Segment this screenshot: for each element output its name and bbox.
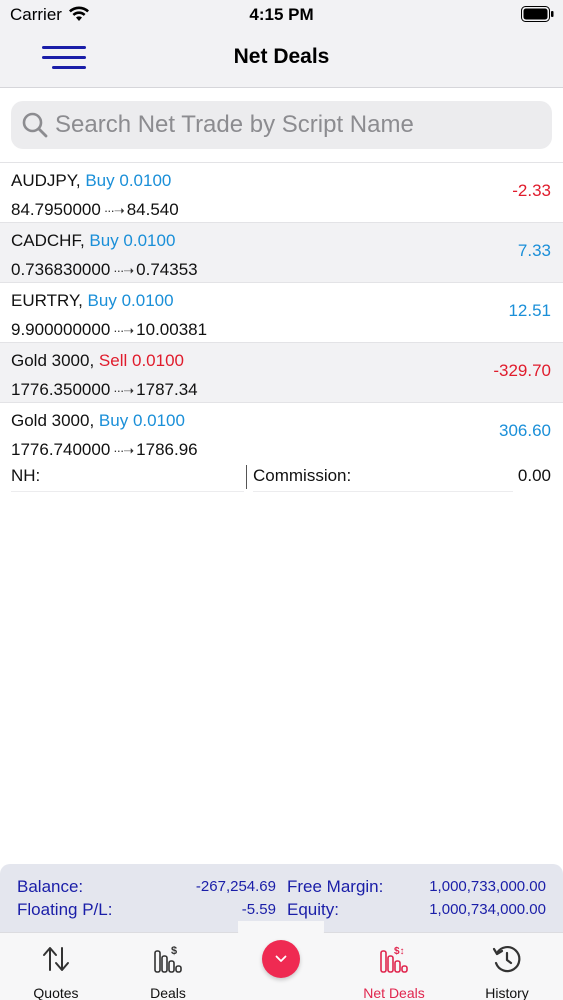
trade-details: NH: Commission: 0.00 <box>0 463 563 493</box>
commission-value: 0.00 <box>517 466 551 485</box>
trade-profit-loss: 306.60 <box>499 421 551 440</box>
trade-title: Gold 3000, Sell 0.0100 <box>11 351 184 371</box>
page-title: Net Deals <box>233 45 330 68</box>
search-section <box>0 88 563 163</box>
center-action-button[interactable] <box>262 940 300 978</box>
trade-side: Buy 0.0100 <box>89 231 176 250</box>
column-divider <box>246 465 247 489</box>
search-box[interactable] <box>11 101 552 149</box>
current-price: 10.00381 <box>136 320 208 339</box>
trade-title: CADCHF, Buy 0.0100 <box>11 231 175 251</box>
search-input[interactable] <box>55 107 545 143</box>
navigation-bar: Net Deals <box>0 30 563 88</box>
arrow-right-icon: ···➝ <box>113 323 134 338</box>
trade-profit-loss: -329.70 <box>493 361 551 380</box>
svg-text:$: $ <box>171 945 177 957</box>
trade-profit-loss: 12.51 <box>508 301 551 320</box>
tab-deals[interactable]: $ Deals <box>112 933 224 1000</box>
trade-symbol: CADCHF, <box>11 231 85 250</box>
current-price: 84.540 <box>126 200 179 219</box>
net-deals-list: AUDJPY, Buy 0.0100 84.7950000 ···➝ 84.540 … <box>0 163 563 493</box>
chevron-down-icon <box>275 955 287 962</box>
open-price: 1776.740000 <box>11 440 111 459</box>
balance-value: -267,254.69 <box>195 878 276 895</box>
net-deals-bars-icon: $↕ <box>380 946 408 973</box>
trade-row[interactable]: EURTRY, Buy 0.0100 9.900000000 ···➝ 10.003… <box>0 283 563 343</box>
trade-prices: 0.736830000 ···➝ 0.74353 <box>11 260 198 280</box>
trade-profit-loss: 7.33 <box>517 241 551 260</box>
clock-time: 4:15 PM <box>249 5 314 24</box>
tab-net-deals[interactable]: $↕ Net Deals <box>338 933 450 1000</box>
arrow-right-icon: ···➝ <box>113 443 134 458</box>
trade-title: AUDJPY, Buy 0.0100 <box>11 171 171 191</box>
trade-symbol: Gold 3000, <box>11 351 95 370</box>
status-bar: Carrier 4:15 PM <box>0 0 563 30</box>
trade-prices: 1776.350000 ···➝ 1787.34 <box>11 380 198 400</box>
tab-label: Net Deals <box>363 985 425 1000</box>
trade-profit-loss: -2.33 <box>512 181 551 200</box>
open-price: 84.7950000 <box>11 200 101 219</box>
arrow-right-icon: ···➝ <box>113 263 134 278</box>
arrow-right-icon: ···➝ <box>113 383 134 398</box>
quotes-arrows-icon <box>43 947 69 971</box>
arrow-right-icon: ···➝ <box>103 203 125 218</box>
equity-value: 1,000,734,000.00 <box>429 901 546 918</box>
tab-label: Deals <box>150 985 186 1000</box>
trade-prices: 1776.740000 ···➝ 1786.96 <box>11 440 198 460</box>
nh-divider <box>11 491 244 492</box>
tab-quotes[interactable]: Quotes <box>0 933 112 1000</box>
trade-prices: 84.7950000 ···➝ 84.540 <box>11 200 179 220</box>
trade-prices: 9.900000000 ···➝ 10.00381 <box>11 320 207 340</box>
deals-bars-icon: $ <box>154 945 182 973</box>
commission-label: Commission: <box>253 466 352 485</box>
trade-row[interactable]: AUDJPY, Buy 0.0100 84.7950000 ···➝ 84.540 … <box>0 163 563 223</box>
open-price: 1776.350000 <box>11 380 111 399</box>
tab-history[interactable]: History <box>451 933 563 1000</box>
current-price: 1787.34 <box>136 380 198 399</box>
balance-label: Balance: <box>17 877 84 896</box>
open-price: 9.900000000 <box>11 320 111 339</box>
trade-symbol: EURTRY, <box>11 291 83 310</box>
trade-row[interactable]: Gold 3000, Sell 0.0100 1776.350000 ···➝ 17… <box>0 343 563 403</box>
battery-icon <box>521 6 554 22</box>
commission-divider <box>253 491 513 492</box>
nh-label: NH: <box>11 466 41 485</box>
free-margin-value: 1,000,733,000.00 <box>429 878 546 895</box>
current-price: 1786.96 <box>136 440 198 459</box>
history-clock-icon <box>492 946 521 973</box>
free-margin-label: Free Margin: <box>287 877 384 896</box>
svg-text:$↕: $↕ <box>394 946 405 957</box>
tab-label: Quotes <box>33 985 79 1000</box>
trade-side: Sell 0.0100 <box>98 351 184 370</box>
trade-title: EURTRY, Buy 0.0100 <box>11 291 174 311</box>
floating-pl-label: Floating P/L: <box>17 900 113 919</box>
trade-row[interactable]: CADCHF, Buy 0.0100 0.736830000 ···➝ 0.7435… <box>0 223 563 283</box>
trade-side: Buy 0.0100 <box>98 411 185 430</box>
trade-side: Buy 0.0100 <box>85 171 172 190</box>
trade-side: Buy 0.0100 <box>87 291 174 310</box>
equity-label: Equity: <box>287 900 339 919</box>
floating-pl-value: -5.59 <box>241 901 276 918</box>
trade-symbol: AUDJPY, <box>11 171 81 190</box>
current-price: 0.74353 <box>136 260 198 279</box>
open-price: 0.736830000 <box>11 260 111 279</box>
tab-label: History <box>485 985 529 1000</box>
trade-symbol: Gold 3000, <box>11 411 95 430</box>
trade-title: Gold 3000, Buy 0.0100 <box>11 411 185 431</box>
search-icon <box>22 112 48 138</box>
trade-row-expanded[interactable]: Gold 3000, Buy 0.0100 1776.740000 ···➝ 178… <box>0 403 563 463</box>
